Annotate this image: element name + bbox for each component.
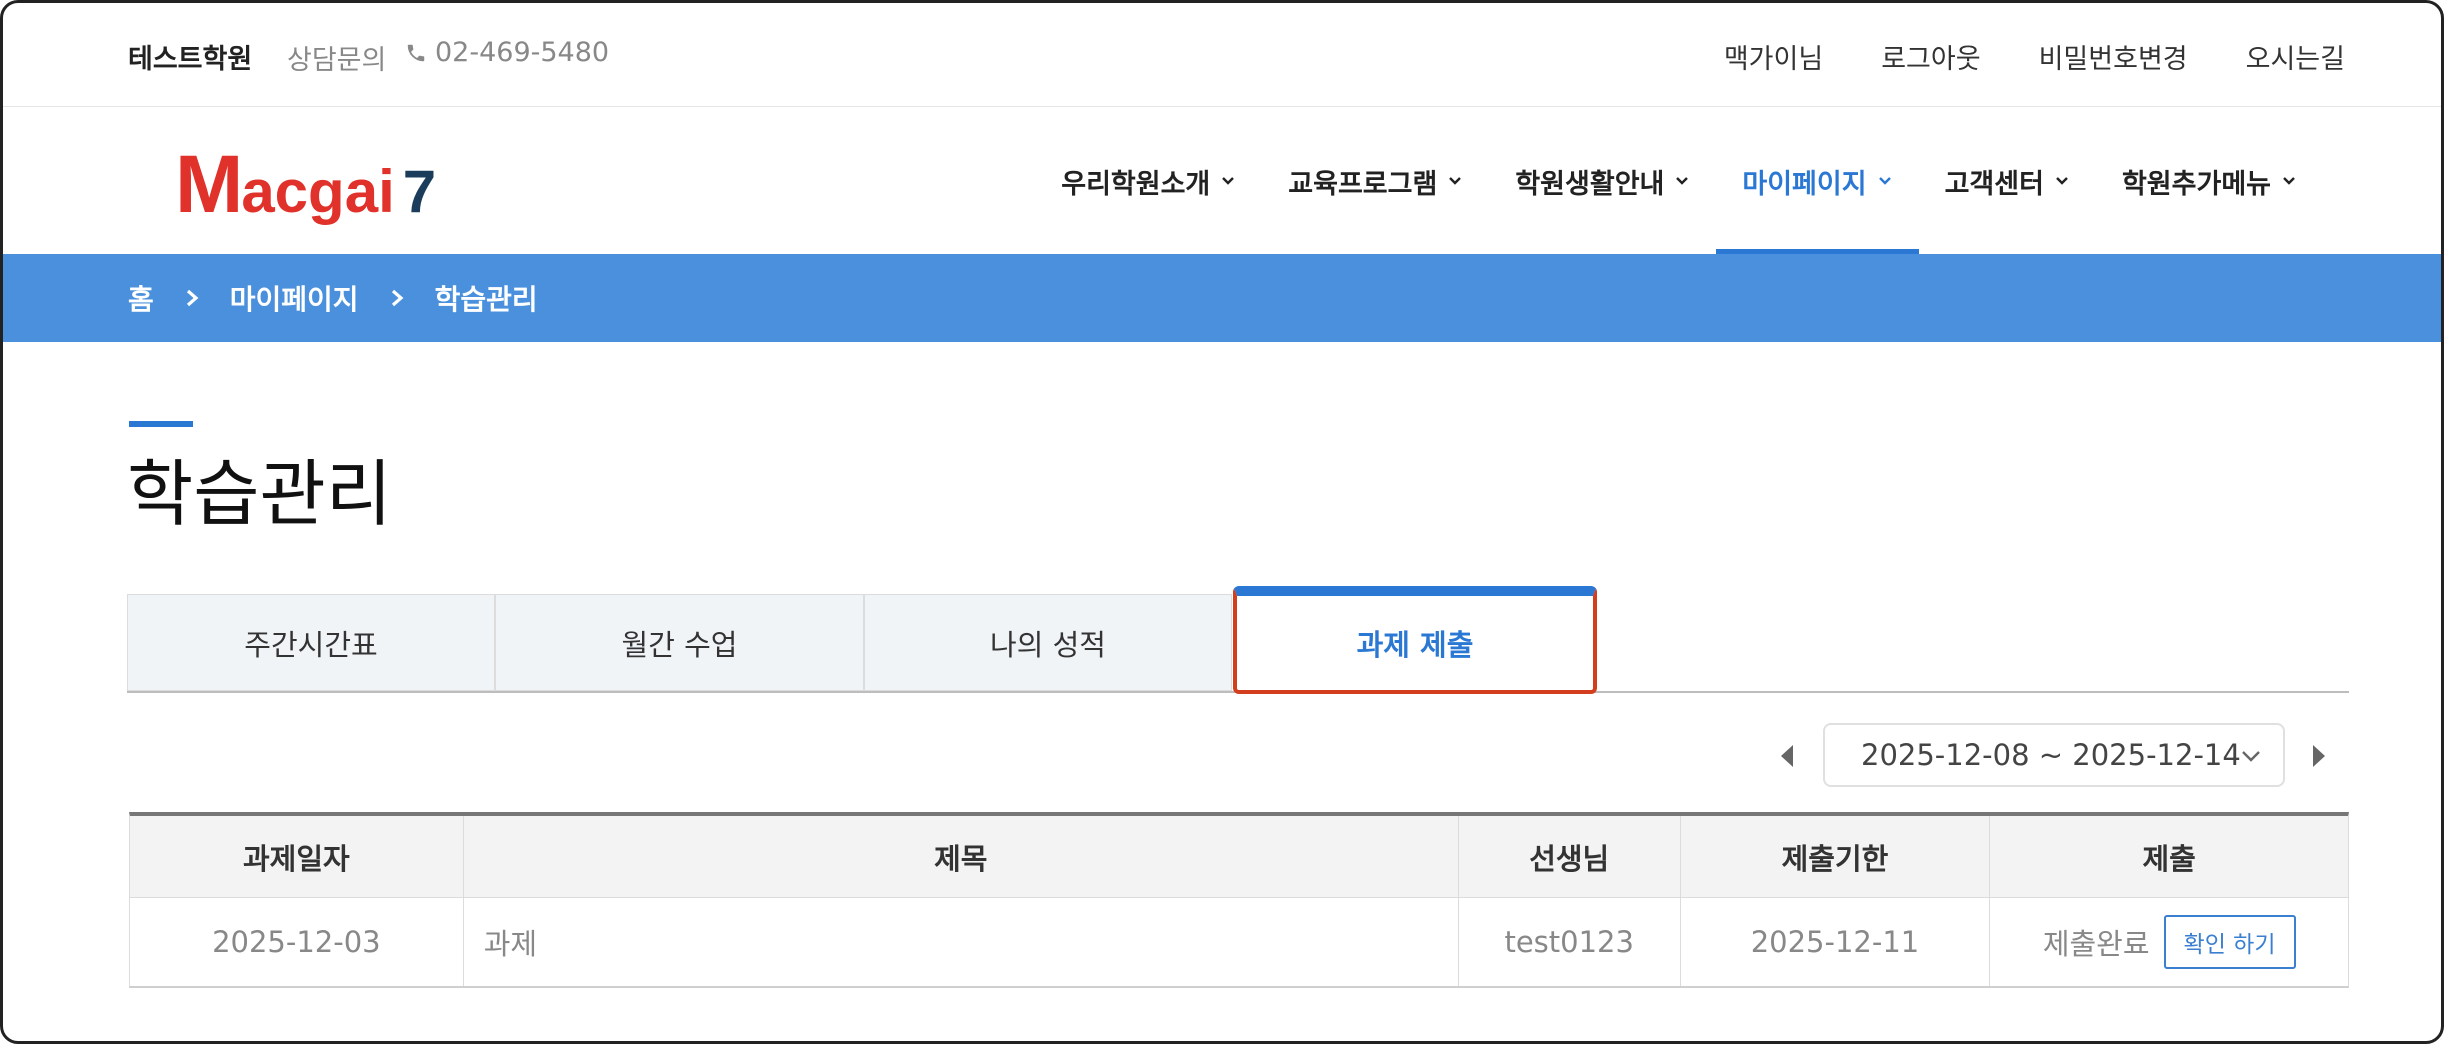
chevron-down-icon (2056, 177, 2068, 185)
cell-teacher: test0123 (1459, 898, 1681, 986)
consult-label: 상담문의 (287, 45, 387, 76)
table-row: 2025-12-03 과제 test0123 2025-12-11 제출완료 확… (130, 898, 2348, 986)
logout-link[interactable]: 로그아웃 (1881, 37, 1980, 76)
breadcrumb-current: 학습관리 (434, 283, 538, 316)
breadcrumb-home[interactable]: 홈 (128, 278, 154, 318)
cell-title: 과제 (464, 898, 1459, 986)
breadcrumb: 홈 마이페이지 학습관리 (3, 254, 2441, 342)
breadcrumb-mypage[interactable]: 마이페이지 (230, 278, 359, 318)
menu-item-mypage[interactable]: 마이페이지 (1716, 108, 1919, 254)
phone-icon (407, 44, 425, 61)
header-teacher: 선생님 (1459, 816, 1681, 897)
menu-label: 마이페이지 (1742, 168, 1867, 200)
date-range-value: 2025-12-08 ~ 2025-12-14 (1861, 738, 2241, 772)
menu-item-programs[interactable]: 교육프로그램 (1262, 108, 1489, 254)
date-range-select[interactable]: 2025-12-08 ~ 2025-12-14 (1823, 723, 2285, 787)
menu-item-customer-center[interactable]: 고객센터 (1919, 108, 2096, 254)
chevron-down-icon (1449, 177, 1462, 185)
top-bar: 테스트학원 상담문의 02-469-5480 맥가이님 로그아웃 비밀번호변경 … (3, 3, 2441, 107)
tab-weekly-schedule[interactable]: 주간시간표 (127, 594, 495, 691)
logo-m: M (175, 139, 243, 230)
prev-week-icon[interactable] (1777, 741, 1799, 771)
cell-deadline: 2025-12-11 (1681, 898, 1991, 986)
table-header-row: 과제일자 제목 선생님 제출기한 제출 (130, 816, 2348, 898)
menu-label: 학원생활안내 (1515, 168, 1665, 200)
tab-my-grades[interactable]: 나의 성적 (864, 594, 1232, 691)
main-nav: M acgai 7 우리학원소개 교육프로그램 학원생활안내 마이페이지 고객센… (3, 108, 2441, 254)
app-window: 테스트학원 상담문의 02-469-5480 맥가이님 로그아웃 비밀번호변경 … (0, 0, 2444, 1044)
next-week-icon[interactable] (2307, 741, 2329, 771)
menu-label: 교육프로그램 (1288, 168, 1438, 200)
logo[interactable]: M acgai 7 (175, 138, 436, 232)
tab-assignment-submit[interactable]: 과제 제출 (1233, 586, 1597, 694)
chevron-down-icon (1878, 177, 1891, 185)
submit-status: 제출완료 (2042, 927, 2150, 961)
menu-label: 우리학원소개 (1061, 168, 1211, 200)
logo-seven: 7 (402, 158, 437, 225)
directions-link[interactable]: 오시는길 (2246, 37, 2345, 76)
menu-item-about[interactable]: 우리학원소개 (1035, 108, 1262, 254)
menu-item-extra[interactable]: 학원추가메뉴 (2096, 108, 2323, 254)
chevron-down-icon (1676, 177, 1689, 185)
title-accent (129, 421, 193, 427)
user-name-link[interactable]: 맥가이님 (1724, 37, 1823, 76)
header-title: 제목 (464, 816, 1459, 897)
phone-number: 02-469-5480 (405, 37, 609, 68)
top-links: 맥가이님 로그아웃 비밀번호변경 오시는길 (1724, 37, 2345, 76)
header-deadline: 제출기한 (1681, 816, 1991, 897)
confirm-button[interactable]: 확인 하기 (2163, 915, 2296, 969)
chevron-down-icon (1222, 177, 1235, 185)
phone-text: 02-469-5480 (435, 37, 610, 68)
chevron-down-icon (2242, 751, 2260, 762)
page-title: 학습관리 (127, 452, 392, 536)
tab-monthly-class[interactable]: 월간 수업 (495, 594, 864, 691)
change-password-link[interactable]: 비밀번호변경 (2039, 37, 2188, 76)
academy-name: 테스트학원 (128, 44, 253, 75)
menu-label: 학원추가메뉴 (2121, 168, 2271, 200)
header-assign-date: 과제일자 (130, 816, 464, 897)
cell-submit: 제출완료 확인 하기 (1990, 898, 2348, 986)
logo-text: acgai (241, 158, 395, 225)
assignment-table: 과제일자 제목 선생님 제출기한 제출 2025-12-03 과제 test01… (129, 812, 2349, 988)
menu-bar: 우리학원소개 교육프로그램 학원생활안내 마이페이지 고객센터 학원추가메뉴 (1035, 108, 2323, 254)
menu-label: 고객센터 (1944, 168, 2044, 200)
menu-item-life-guide[interactable]: 학원생활안내 (1489, 108, 1716, 254)
chevron-right-icon (389, 289, 405, 307)
chevron-right-icon (184, 289, 200, 307)
chevron-down-icon (2283, 177, 2295, 185)
cell-assign-date: 2025-12-03 (130, 898, 464, 986)
header-submit: 제출 (2142, 841, 2196, 876)
tab-bar: 주간시간표 월간 수업 나의 성적 과제 제출 (127, 586, 2349, 694)
